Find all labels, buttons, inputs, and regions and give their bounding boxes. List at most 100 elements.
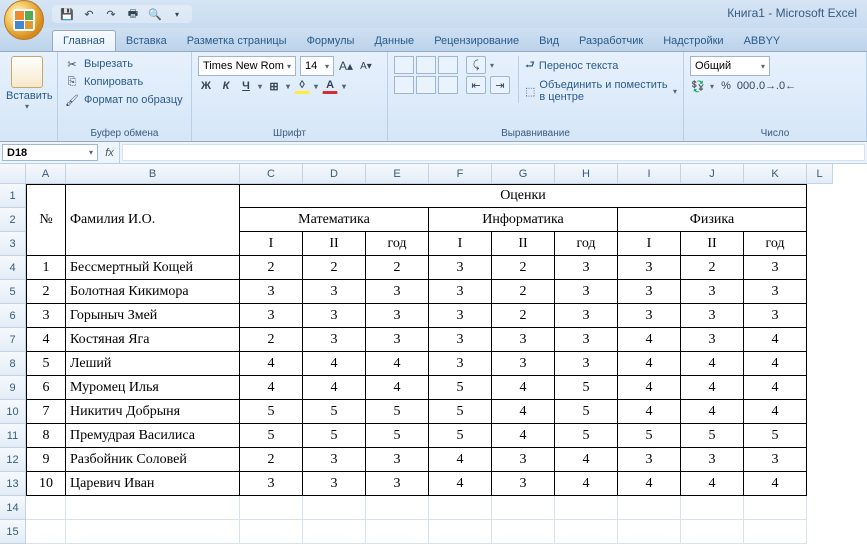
- underline-button[interactable]: Ч: [238, 78, 254, 94]
- row-header-8[interactable]: 8: [0, 352, 26, 376]
- wrap-text-icon[interactable]: ⮐: [525, 56, 535, 75]
- cell-A10[interactable]: 7: [26, 400, 66, 424]
- cell-data-9-1[interactable]: 4: [303, 376, 366, 400]
- cell-data-12-5[interactable]: 4: [555, 448, 618, 472]
- currency-icon[interactable]: 💱: [690, 78, 706, 94]
- cell-data-5-2[interactable]: 3: [366, 280, 429, 304]
- cell-data-11-5[interactable]: 5: [555, 424, 618, 448]
- align-bottom-icon[interactable]: [438, 56, 458, 74]
- row-header-13[interactable]: 13: [0, 472, 26, 496]
- cell-data-10-1[interactable]: 5: [303, 400, 366, 424]
- cell-L1[interactable]: [807, 184, 833, 208]
- cell-period-0-0[interactable]: I: [240, 232, 303, 256]
- cell-data-9-5[interactable]: 5: [555, 376, 618, 400]
- cell-period-1-1[interactable]: II: [492, 232, 555, 256]
- col-header-L[interactable]: L: [807, 164, 833, 184]
- cell-data-5-7[interactable]: 3: [681, 280, 744, 304]
- col-header-K[interactable]: K: [744, 164, 807, 184]
- cell-data-4-4[interactable]: 2: [492, 256, 555, 280]
- cell-data-6-6[interactable]: 3: [618, 304, 681, 328]
- orientation-icon[interactable]: ⤹: [466, 56, 486, 74]
- merge-center-button[interactable]: Объединить и поместить в центре: [539, 79, 669, 103]
- cell-period-2-2[interactable]: год: [744, 232, 807, 256]
- grow-font-icon[interactable]: A▴: [338, 58, 354, 74]
- cell-B1[interactable]: Фамилия И.О.: [66, 184, 240, 256]
- tab-7[interactable]: Разработчик: [569, 31, 653, 51]
- cell-data-12-4[interactable]: 3: [492, 448, 555, 472]
- cell-A13[interactable]: 10: [26, 472, 66, 496]
- copy-icon[interactable]: ⎘: [64, 74, 80, 90]
- cell-A5[interactable]: 2: [26, 280, 66, 304]
- cell-empty-14-6[interactable]: [492, 496, 555, 520]
- cell-data-9-8[interactable]: 4: [744, 376, 807, 400]
- cell-data-12-3[interactable]: 4: [429, 448, 492, 472]
- increase-indent-icon[interactable]: ⇥: [490, 76, 510, 94]
- cell-data-7-2[interactable]: 3: [366, 328, 429, 352]
- cell-data-12-1[interactable]: 3: [303, 448, 366, 472]
- cell-data-8-8[interactable]: 4: [744, 352, 807, 376]
- cell-data-8-3[interactable]: 3: [429, 352, 492, 376]
- cell-empty-14-0[interactable]: [26, 496, 66, 520]
- cell-data-11-6[interactable]: 5: [618, 424, 681, 448]
- row-header-2[interactable]: 2: [0, 208, 26, 232]
- col-header-D[interactable]: D: [303, 164, 366, 184]
- cell-empty-14-4[interactable]: [366, 496, 429, 520]
- cell-data-13-6[interactable]: 4: [618, 472, 681, 496]
- cell-data-6-1[interactable]: 3: [303, 304, 366, 328]
- cell-data-5-3[interactable]: 3: [429, 280, 492, 304]
- cell-data-6-7[interactable]: 3: [681, 304, 744, 328]
- align-center-icon[interactable]: [416, 76, 436, 94]
- cell-A4[interactable]: 1: [26, 256, 66, 280]
- formula-input[interactable]: [122, 144, 865, 161]
- font-size-combo[interactable]: 14▾: [300, 56, 334, 76]
- cell-L10[interactable]: [807, 400, 833, 424]
- cell-data-4-6[interactable]: 3: [618, 256, 681, 280]
- row-header-7[interactable]: 7: [0, 328, 26, 352]
- cell-B11[interactable]: Премудрая Василиса: [66, 424, 240, 448]
- cell-L13[interactable]: [807, 472, 833, 496]
- align-right-icon[interactable]: [438, 76, 458, 94]
- cell-A11[interactable]: 8: [26, 424, 66, 448]
- row-header-12[interactable]: 12: [0, 448, 26, 472]
- cell-period-0-2[interactable]: год: [366, 232, 429, 256]
- increase-decimal-icon[interactable]: .0→: [758, 78, 774, 94]
- bold-button[interactable]: Ж: [198, 78, 214, 94]
- cell-A6[interactable]: 3: [26, 304, 66, 328]
- qat-dropdown-icon[interactable]: ▾: [170, 7, 184, 21]
- align-middle-icon[interactable]: [416, 56, 436, 74]
- cell-data-7-3[interactable]: 3: [429, 328, 492, 352]
- paste-button[interactable]: Вставить ▾: [6, 56, 48, 111]
- cell-empty-15-7[interactable]: [555, 520, 618, 544]
- cell-data-6-0[interactable]: 3: [240, 304, 303, 328]
- cell-data-5-6[interactable]: 3: [618, 280, 681, 304]
- cell-data-9-6[interactable]: 4: [618, 376, 681, 400]
- cell-A8[interactable]: 5: [26, 352, 66, 376]
- cell-empty-15-1[interactable]: [66, 520, 240, 544]
- cell-data-13-3[interactable]: 4: [429, 472, 492, 496]
- cell-L5[interactable]: [807, 280, 833, 304]
- worksheet-grid[interactable]: ABCDEFGHIJKL1№Фамилия И.О.Оценки2Математ…: [0, 164, 867, 544]
- cell-data-11-7[interactable]: 5: [681, 424, 744, 448]
- cell-period-2-1[interactable]: II: [681, 232, 744, 256]
- shrink-font-icon[interactable]: A▾: [358, 58, 374, 74]
- tab-5[interactable]: Рецензирование: [424, 31, 529, 51]
- cell-data-13-5[interactable]: 4: [555, 472, 618, 496]
- row-header-1[interactable]: 1: [0, 184, 26, 208]
- cell-data-11-8[interactable]: 5: [744, 424, 807, 448]
- cell-empty-14-2[interactable]: [240, 496, 303, 520]
- cell-data-9-4[interactable]: 4: [492, 376, 555, 400]
- cell-empty-14-9[interactable]: [681, 496, 744, 520]
- cell-A1[interactable]: №: [26, 184, 66, 256]
- cell-data-7-8[interactable]: 4: [744, 328, 807, 352]
- cell-data-11-2[interactable]: 5: [366, 424, 429, 448]
- cell-grades-header[interactable]: Оценки: [240, 184, 807, 208]
- cell-data-4-8[interactable]: 3: [744, 256, 807, 280]
- percent-icon[interactable]: %: [718, 78, 734, 94]
- cell-data-8-2[interactable]: 4: [366, 352, 429, 376]
- chevron-down-icon[interactable]: ▾: [89, 148, 93, 157]
- cell-period-1-0[interactable]: I: [429, 232, 492, 256]
- cell-data-12-7[interactable]: 3: [681, 448, 744, 472]
- cell-data-7-6[interactable]: 4: [618, 328, 681, 352]
- cell-B4[interactable]: Бессмертный Кощей: [66, 256, 240, 280]
- border-button[interactable]: ⊞: [266, 78, 282, 94]
